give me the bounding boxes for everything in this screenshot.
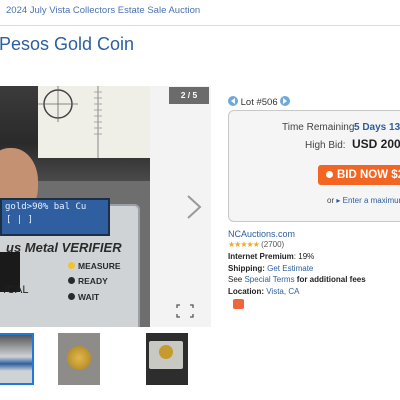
high-bid-value: USD 200.0	[352, 137, 400, 151]
location-label: Location:	[228, 287, 264, 296]
chevron-right-icon[interactable]	[182, 194, 206, 220]
thumbnail-1[interactable]	[0, 333, 34, 385]
share-icon[interactable]	[233, 299, 244, 309]
expand-icon[interactable]	[176, 304, 194, 318]
time-remaining-value: 5 Days 13 H	[354, 122, 400, 133]
measure-led	[68, 262, 75, 269]
max-bid-link[interactable]: Enter a maximum	[343, 196, 400, 205]
rating-count[interactable]: (2700)	[261, 240, 284, 249]
coin-on-scale-thumbnail	[159, 345, 173, 359]
location-value[interactable]: Vista, CA	[266, 287, 299, 296]
option-ready: READY	[78, 276, 108, 286]
previous-lot-icon[interactable]	[228, 96, 238, 106]
ruler-marks	[38, 86, 102, 158]
gavel-icon	[326, 171, 333, 178]
thumbnail-2[interactable]	[58, 333, 100, 385]
lot-navigation: Lot #506	[228, 96, 291, 108]
location-row: Location: Vista, CA	[228, 287, 299, 296]
seller-name[interactable]: NCAuctions.com	[228, 229, 295, 239]
main-photo[interactable]: gold>90% bal Cu [ | ] us Metal VERIFIER …	[0, 86, 211, 327]
photo-lcd-display: gold>90% bal Cu [ | ]	[0, 198, 110, 236]
photo-cal-label: /CAL	[4, 284, 29, 296]
page: 2024 July Vista Collectors Estate Sale A…	[0, 0, 400, 400]
bid-now-button[interactable]: BID NOW $2	[318, 165, 400, 185]
photo-ruler-card	[38, 86, 153, 158]
gold-coin-thumbnail	[67, 346, 91, 370]
ready-led	[68, 277, 75, 284]
page-title: Pesos Gold Coin	[0, 34, 135, 54]
rating-stars-icon: ★★★★★	[228, 240, 260, 249]
max-bid-arrow-icon: ▸	[336, 196, 341, 205]
breadcrumb[interactable]: 2024 July Vista Collectors Estate Sale A…	[6, 5, 200, 16]
option-measure: MEASURE	[78, 261, 121, 271]
next-lot-icon[interactable]	[280, 96, 291, 106]
lcd-line-2: [ | ]	[6, 215, 34, 225]
shipping-estimate-link[interactable]: Get Estimate	[267, 264, 313, 273]
option-wait: WAIT	[78, 292, 100, 302]
special-terms-link[interactable]: Special Terms	[244, 275, 294, 284]
premium-label: Internet Premium	[228, 252, 294, 261]
photo-brand-label: us Metal VERIFIER	[6, 240, 122, 255]
premium-value: : 19%	[293, 252, 315, 261]
thumbnail-3[interactable]	[146, 333, 188, 385]
bid-now-label: BID NOW $2	[337, 169, 400, 181]
lot-number: Lot #506	[240, 97, 278, 108]
shipping-row: Shipping: Get Estimate	[228, 264, 313, 273]
or-text: or	[327, 196, 335, 205]
image-counter: 2 / 5	[169, 87, 209, 104]
high-bid-label: High Bid:	[305, 140, 346, 151]
terms-row: See Special Terms for additional fees	[228, 275, 366, 284]
thumbnail-1-image	[0, 335, 32, 383]
wait-led	[68, 293, 75, 300]
terms-prefix: See	[228, 275, 243, 284]
internet-premium: Internet Premium: 19%	[228, 252, 314, 261]
max-bid-row: or ▸ Enter a maximum	[327, 196, 400, 205]
lcd-line-1: gold>90% bal Cu	[5, 202, 87, 212]
terms-suffix: for additional fees	[296, 275, 366, 284]
header-divider	[0, 25, 400, 26]
seller-rating: ★★★★★ (2700)	[228, 240, 284, 249]
time-remaining-label: Time Remaining:	[282, 122, 358, 133]
shipping-label: Shipping:	[228, 264, 265, 273]
